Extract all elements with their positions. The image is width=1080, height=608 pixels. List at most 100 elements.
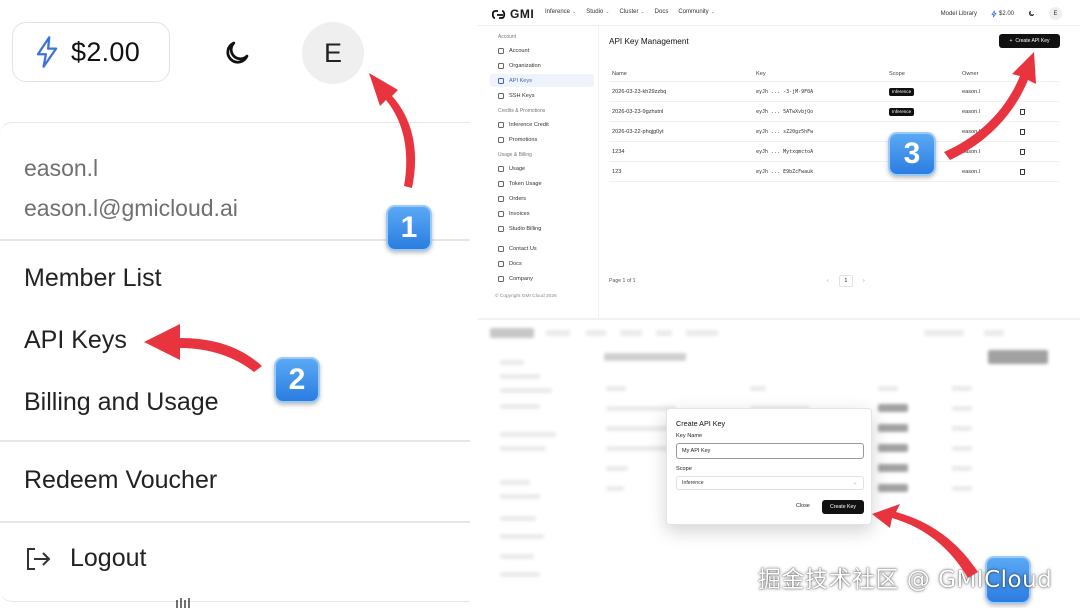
zoomed-account-menu: $2.00 E eason.l eason.l@gmicloud.ai Memb…: [0, 0, 470, 608]
key-value: eyJh ... -3-jM-9F0A: [756, 88, 814, 95]
sidebar-item-label: Usage: [509, 165, 526, 172]
external-link-icon: [498, 260, 504, 267]
scope-select[interactable]: Inference ⌄: [676, 476, 864, 490]
bolt-icon: [991, 10, 997, 17]
bar-chart-icon: [498, 180, 504, 187]
scope-label: Scope: [676, 466, 692, 472]
sidebar-item-api-keys[interactable]: API Keys: [490, 74, 594, 87]
brand-name: GMI: [510, 7, 535, 21]
key-owner: eason.l: [962, 168, 981, 175]
page-number-button[interactable]: 1: [838, 275, 853, 287]
sidebar-item-inference-credit[interactable]: Inference Credit: [490, 118, 594, 131]
sidebar-item-label: Promotions: [509, 136, 538, 143]
sidebar-item-label: Invoices: [509, 210, 530, 217]
key-name: 1234: [612, 148, 625, 155]
users-icon: [498, 62, 504, 69]
avatar-button[interactable]: E: [302, 22, 364, 84]
key-name-input[interactable]: My API Key: [676, 443, 864, 459]
key-name: 2026-03-23-kh29zzbq: [612, 88, 667, 95]
menu-item-billing-usage[interactable]: Billing and Usage: [24, 388, 219, 417]
menu-divider: [0, 440, 470, 442]
menu-item-api-keys[interactable]: API Keys: [24, 326, 127, 355]
key-icon: [498, 92, 504, 99]
sidebar-item-usage[interactable]: Usage: [490, 162, 594, 175]
credit-balance-button[interactable]: $2.00: [12, 22, 170, 82]
theme-toggle-button[interactable]: [212, 28, 262, 78]
nav-cluster[interactable]: Cluster ⌄: [619, 9, 644, 15]
create-api-key-button[interactable]: + Create API Key: [999, 34, 1060, 48]
key-owner: eason.l: [962, 148, 981, 155]
delete-key-icon[interactable]: [1020, 168, 1025, 175]
sidebar-item-organization[interactable]: Organization: [490, 59, 594, 72]
sidebar-item-token-usage[interactable]: Token Usage: [490, 177, 594, 190]
prev-page-icon[interactable]: ‹: [827, 278, 829, 284]
pagination-text: Page 1 of 1: [609, 278, 636, 284]
table-row[interactable]: 2026-03-23-9gzhstnl eyJh ... 5ATwXvbjQo …: [609, 102, 1059, 122]
nav-studio[interactable]: Studio ⌄: [586, 9, 609, 15]
sidebar-item-studio-billing[interactable]: Studio Billing: [490, 222, 594, 235]
sidebar-item-company[interactable]: Company: [490, 272, 594, 285]
delete-key-icon[interactable]: [1020, 128, 1025, 135]
billing-icon: [498, 225, 504, 232]
logout-button[interactable]: Logout: [24, 544, 146, 573]
moon-icon: [226, 41, 249, 64]
sidebar-item-label: Account: [509, 47, 530, 54]
credit-card-icon: [498, 121, 504, 128]
sidebar-item-promotions[interactable]: Promotions: [490, 133, 594, 146]
close-button[interactable]: Close: [796, 503, 810, 509]
table-row[interactable]: 1234 eyJh ... MytxqmctoA eason.l: [609, 142, 1059, 162]
nav-community[interactable]: Community ⌄: [678, 9, 715, 15]
nav-label: Community: [678, 9, 709, 15]
sidebar-item-docs[interactable]: Docs: [490, 257, 594, 270]
moon-icon[interactable]: [1028, 10, 1035, 17]
key-value: eyJh ... 5ATwXvbjQo: [756, 108, 814, 115]
sidebar-item-label: Orders: [509, 195, 527, 202]
avatar-letter: E: [323, 37, 342, 68]
sidebar-item-label: Inference Credit: [509, 121, 549, 128]
sidebar-item-label: Token Usage: [509, 180, 542, 187]
step-badge-2: 2: [274, 357, 320, 403]
sidebar-item-orders[interactable]: Orders: [490, 192, 594, 205]
sidebar-item-label: Company: [509, 275, 533, 282]
watermark: 掘金技术社区 @ GMICloud: [758, 567, 1053, 593]
table-row[interactable]: 2026-03-22-phqjg0yt eyJh ... sZ20gz5hFw …: [609, 122, 1059, 142]
pagination-controls: ‹ 1 ›: [827, 275, 865, 287]
nav-inference[interactable]: Inference ⌄: [545, 9, 576, 15]
table-row[interactable]: 2026-03-23-kh29zzbq eyJh ... -3-jM-9F0A …: [609, 82, 1059, 102]
invoice-icon: [498, 210, 504, 217]
credit-amount: $2.00: [71, 36, 141, 67]
delete-key-icon[interactable]: [1020, 148, 1025, 155]
next-page-icon[interactable]: ›: [863, 278, 865, 284]
settings-sidebar: Account Account Organization API Keys SS…: [490, 28, 594, 318]
sidebar-item-label: Contact Us: [509, 245, 537, 252]
nav-docs[interactable]: Docs: [655, 9, 669, 15]
sidebar-section-credits: Credits & Promotions: [498, 108, 546, 114]
create-key-button[interactable]: Create Key: [822, 500, 864, 514]
avatar-button[interactable]: E: [1049, 7, 1062, 20]
sidebar-item-ssh-keys[interactable]: SSH Keys: [490, 89, 594, 102]
sidebar-item-label: API Keys: [509, 77, 533, 84]
key-value: eyJh ... E9bZcFwauk: [756, 168, 814, 175]
sidebar-item-invoices[interactable]: Invoices: [490, 207, 594, 220]
menu-item-member-list[interactable]: Member List: [24, 264, 162, 293]
table-row[interactable]: 123 eyJh ... E9bZcFwauk eason.l: [609, 162, 1059, 182]
sidebar-item-contact-us[interactable]: Contact Us: [490, 242, 594, 255]
column-owner: Owner: [962, 70, 979, 77]
delete-key-icon[interactable]: [1020, 108, 1025, 115]
gmi-logo[interactable]: GMI: [492, 7, 534, 21]
create-api-key-dialog: Create API Key Key Name My API Key Scope…: [666, 408, 872, 525]
page-title: API Key Management: [609, 37, 689, 46]
sidebar-item-label: SSH Keys: [509, 92, 535, 99]
credit-balance-button[interactable]: $2.00: [991, 10, 1014, 18]
sidebar-item-label: Studio Billing: [509, 225, 542, 232]
chevron-down-icon: ⌄: [710, 9, 715, 15]
key-value: eyJh ... sZ20gz5hFw: [756, 128, 814, 135]
model-library-link[interactable]: Model Library: [941, 11, 977, 17]
sidebar-item-account[interactable]: Account: [490, 44, 594, 57]
menu-item-redeem-voucher[interactable]: Redeem Voucher: [24, 466, 217, 495]
nav-label: Cluster: [619, 9, 639, 15]
user-name: eason.l: [24, 155, 99, 181]
bolt-icon: [36, 36, 58, 68]
sidebar-section-usage: Usage & Billing: [498, 152, 532, 158]
user-info: eason.l eason.l@gmicloud.ai: [24, 148, 238, 228]
